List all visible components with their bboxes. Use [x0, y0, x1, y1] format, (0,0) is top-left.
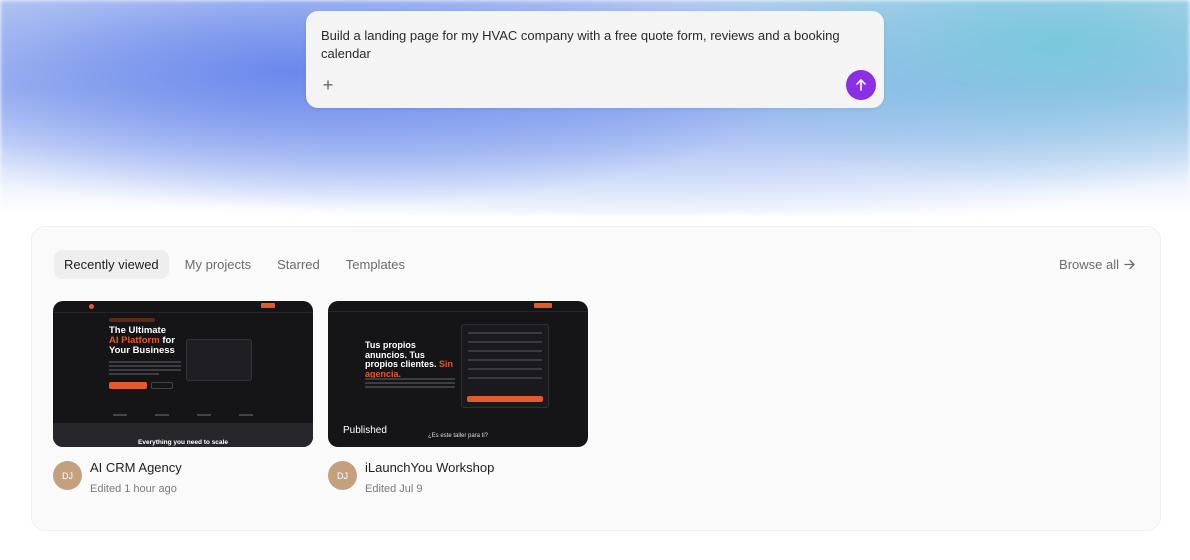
tab-my-projects[interactable]: My projects: [175, 250, 261, 279]
project-thumbnail[interactable]: The Ultimate AI Platform for Your Busine…: [53, 301, 313, 447]
thumbnail-headline: Tus propios anuncios. Tus propios client…: [365, 340, 454, 379]
project-card[interactable]: The Ultimate AI Platform for Your Busine…: [53, 301, 313, 501]
thumbnail-footer-text: Everything you need to scale: [138, 439, 228, 446]
thumbnail-badge: [109, 318, 155, 322]
project-card[interactable]: Tus propios anuncios. Tus propios client…: [328, 301, 588, 501]
avatar: DJ: [328, 461, 357, 490]
projects-panel: Recently viewed My projects Starred Temp…: [31, 226, 1161, 531]
send-button[interactable]: [846, 70, 876, 100]
thumbnail-cta: [109, 382, 147, 389]
project-title[interactable]: AI CRM Agency: [90, 460, 182, 475]
prompt-box[interactable]: Build a landing page for my HVAC company…: [306, 11, 884, 108]
browse-all-link[interactable]: Browse all: [1059, 257, 1136, 272]
published-badge: Published: [343, 425, 387, 436]
project-meta: DJ iLaunchYou Workshop Edited Jul 9: [328, 460, 588, 501]
arrow-up-icon: [856, 79, 866, 91]
avatar: DJ: [53, 461, 82, 490]
prompt-input[interactable]: Build a landing page for my HVAC company…: [321, 27, 841, 63]
thumbnail-dashboard-preview: [186, 339, 252, 381]
thumbnail-body-lines: [109, 361, 181, 377]
plus-icon[interactable]: +: [320, 76, 336, 94]
browse-all-label: Browse all: [1059, 257, 1119, 272]
thumbnail-signup-form: [461, 324, 549, 408]
project-thumbnail[interactable]: Tus propios anuncios. Tus propios client…: [328, 301, 588, 447]
arrow-right-icon: [1124, 259, 1135, 270]
project-meta: DJ AI CRM Agency Edited 1 hour ago: [53, 460, 313, 501]
thumbnail-headline: The Ultimate AI Platform for Your Busine…: [109, 325, 175, 356]
thumbnail-nav-button: [534, 303, 552, 308]
thumbnail-nav-button: [261, 303, 275, 308]
project-title[interactable]: iLaunchYou Workshop: [365, 460, 494, 475]
thumbnail-secondary-cta: [151, 382, 173, 389]
project-edited-time: Edited 1 hour ago: [90, 483, 177, 495]
thumbnail-body-lines: [365, 378, 455, 390]
thumbnail-feature-row: [113, 414, 253, 416]
tab-templates[interactable]: Templates: [336, 250, 415, 279]
project-edited-time: Edited Jul 9: [365, 483, 423, 495]
tab-recently-viewed[interactable]: Recently viewed: [54, 250, 169, 279]
thumbnail-logo: [89, 304, 94, 309]
project-tabs: Recently viewed My projects Starred Temp…: [54, 250, 415, 279]
tab-starred[interactable]: Starred: [267, 250, 330, 279]
